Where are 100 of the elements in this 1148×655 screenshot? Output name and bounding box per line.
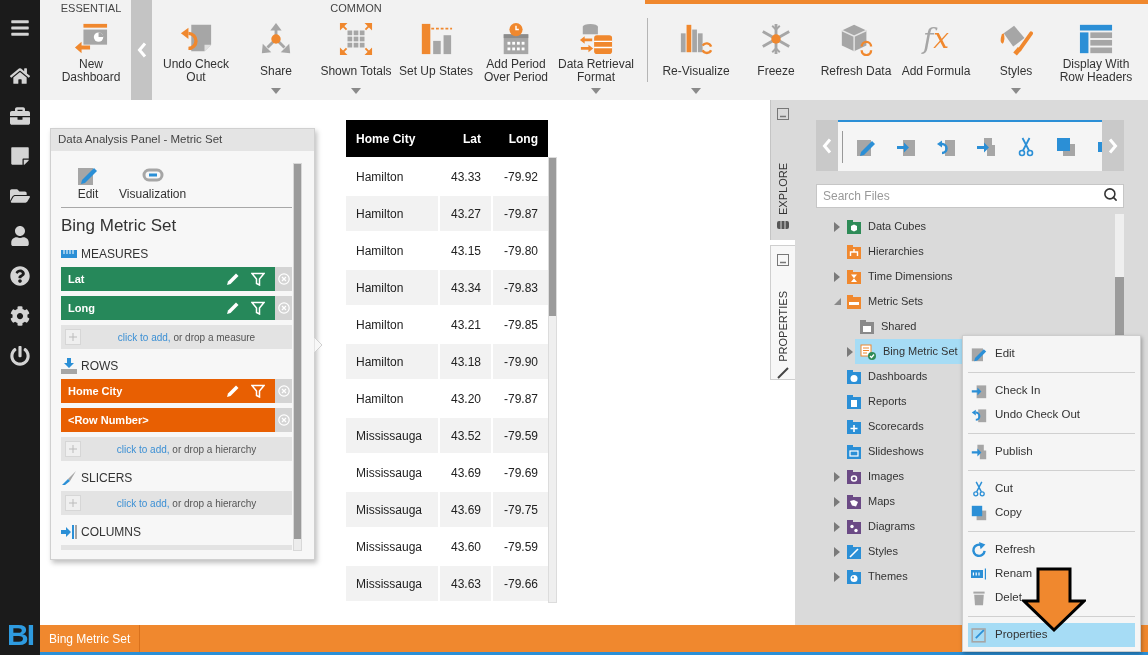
panel-title: Data Analysis Panel - Metric Set [51, 129, 314, 151]
power-icon[interactable] [10, 346, 30, 366]
panel-action-button[interactable]: Visualization [111, 164, 195, 201]
filter-icon[interactable] [251, 272, 265, 286]
measure-item[interactable]: Long [61, 296, 275, 320]
minimize-icon[interactable] [777, 108, 789, 120]
scissors-icon[interactable] [1016, 136, 1036, 157]
expand-arrow-icon[interactable] [834, 546, 840, 557]
table-cell: 43.52 [440, 418, 491, 453]
function-icon: fx [922, 22, 950, 56]
minimize-icon[interactable] [777, 254, 789, 266]
tree-item[interactable]: Styles [842, 539, 902, 564]
toolbar-button[interactable]: Re-Visualize [656, 16, 736, 100]
close-icon [277, 302, 290, 314]
home-icon[interactable] [10, 66, 30, 86]
menu-item[interactable]: Refresh [968, 538, 1135, 562]
expand-arrow-icon[interactable] [847, 346, 853, 357]
collapse-arrow-icon[interactable] [833, 298, 841, 305]
panel-tab[interactable]: PROPERTIES [770, 245, 795, 380]
menu-icon[interactable] [10, 18, 30, 38]
toolbar-button[interactable]: Data Retrieval Format [556, 16, 636, 100]
menu-item[interactable]: Publish [968, 440, 1135, 464]
tree-item[interactable]: Time Dimensions [842, 264, 957, 289]
tree-item[interactable]: Maps [842, 489, 899, 514]
toolbar-button[interactable]: Undo Check Out [156, 16, 236, 100]
scrollbar[interactable] [548, 157, 557, 603]
scrollbar[interactable] [293, 163, 302, 551]
plus-icon [65, 441, 81, 457]
menu-item[interactable]: Edit [968, 342, 1135, 366]
section-label: ROWS [81, 358, 119, 375]
toolbar-button[interactable]: Freeze [736, 16, 816, 100]
menu-item[interactable]: Renam [968, 562, 1135, 586]
expand-arrow-icon[interactable] [834, 571, 840, 582]
tree-item[interactable]: Reports [842, 389, 911, 414]
pencil-icon[interactable] [226, 301, 240, 315]
menu-item[interactable]: Undo Check Out [968, 403, 1135, 427]
tree-item[interactable]: Diagrams [842, 514, 920, 539]
toolbar-button[interactable]: Refresh Data [816, 16, 896, 100]
tree-item[interactable]: Themes [842, 564, 912, 589]
edit-icon [971, 346, 987, 362]
publish-icon [971, 444, 987, 460]
scrollbar-thumb[interactable] [1115, 277, 1124, 338]
menu-item[interactable]: Cut [968, 477, 1135, 501]
tree-item[interactable]: Metric Sets [842, 289, 927, 314]
logo: BI [6, 617, 34, 653]
expand-arrow-icon[interactable] [834, 471, 840, 482]
filter-icon[interactable] [251, 384, 265, 398]
tree-item[interactable]: Images [842, 464, 909, 489]
filter-icon[interactable] [251, 301, 265, 315]
tree-item[interactable]: Slideshows [842, 439, 928, 464]
table-cell: -79.59 [493, 418, 548, 453]
drop-zone[interactable]: click to add, or drop a hierarchy [61, 437, 292, 461]
search-icon[interactable] [1103, 187, 1118, 202]
folder-icon[interactable] [10, 186, 30, 206]
toolbar-button[interactable]: fx Add Formula [896, 16, 976, 100]
menu-item[interactable]: Copy [968, 501, 1135, 525]
measure-item[interactable]: Lat [61, 267, 275, 291]
toolbar-button[interactable]: Shown Totals [316, 16, 396, 100]
scrollbar[interactable] [1115, 214, 1124, 338]
publish-icon[interactable] [976, 136, 996, 157]
copy-icon[interactable] [1056, 136, 1076, 157]
tree-item[interactable]: Scorecards [842, 414, 928, 439]
expand-arrow-icon[interactable] [834, 271, 840, 282]
tree-item[interactable]: Bing Metric Set [855, 339, 962, 364]
chevron-left-icon [822, 137, 832, 154]
expand-arrow-icon[interactable] [834, 521, 840, 532]
panel-tab[interactable]: EXPLORE [770, 100, 795, 240]
menu-item[interactable]: Properties [968, 623, 1135, 647]
help-icon[interactable] [10, 266, 30, 286]
briefcase-icon[interactable] [10, 106, 30, 126]
trash-icon [971, 590, 987, 606]
scrollbar-thumb[interactable] [549, 158, 556, 316]
menu-item[interactable]: Delet [968, 586, 1135, 610]
toolbar-button[interactable]: Styles [976, 16, 1056, 100]
toolbar-button[interactable]: Set Up States [396, 16, 476, 100]
toolbar-button[interactable]: Display With Row Headers [1056, 16, 1136, 100]
drop-zone[interactable]: click to add, or drop a hierarchy [61, 491, 292, 515]
expand-arrow-icon[interactable] [834, 496, 840, 507]
pencil-icon[interactable] [226, 384, 240, 398]
tree-item[interactable]: Shared [855, 314, 921, 339]
close-icon [277, 273, 290, 285]
toolbar-button[interactable]: Share [236, 16, 316, 100]
table-cell: -79.66 [493, 566, 548, 601]
panel-action-button[interactable]: Edit [69, 164, 107, 201]
drop-zone[interactable]: click to add, or drop a measure [61, 325, 292, 349]
search-field[interactable]: Search Files [816, 184, 1124, 208]
tree-item[interactable]: Dashboards [842, 364, 932, 389]
expand-arrow-icon[interactable] [834, 221, 840, 232]
user-icon[interactable] [10, 226, 30, 246]
menu-item[interactable]: Check In [968, 379, 1135, 403]
share-icon [259, 22, 293, 56]
toolbar-button[interactable]: New Dashboard [51, 16, 131, 100]
tree-item[interactable]: Hierarchies [842, 239, 928, 264]
toolbar-button[interactable]: Add Period Over Period [476, 16, 556, 100]
tree-item[interactable]: Data Cubes [842, 214, 931, 239]
scrollbar-thumb[interactable] [294, 164, 301, 539]
pencil-icon[interactable] [226, 272, 240, 286]
settings-icon[interactable] [10, 306, 30, 326]
grid-icon [339, 22, 373, 56]
note-icon[interactable] [10, 146, 30, 166]
